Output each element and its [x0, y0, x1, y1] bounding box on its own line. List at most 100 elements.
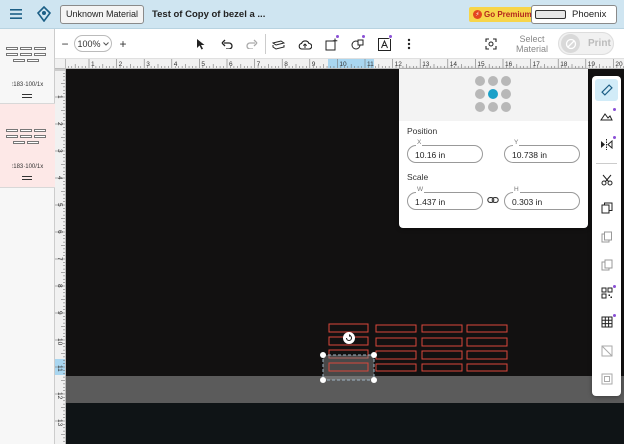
ruler-tick-label: 2	[56, 122, 63, 126]
tool-rail	[592, 76, 621, 396]
shapes-button[interactable]	[348, 34, 366, 53]
ruler-tick-label: 1	[91, 61, 95, 68]
layer-handle-icon[interactable]	[22, 94, 32, 98]
layer-thumbnail	[6, 129, 48, 147]
ruler-tick-label: 3	[146, 61, 150, 68]
anchor-point-grid[interactable]	[475, 76, 513, 114]
link-icon[interactable]	[487, 194, 499, 206]
app-logo[interactable]	[34, 4, 54, 24]
rotate-handle-icon[interactable]	[343, 332, 355, 344]
more-options-button[interactable]	[400, 35, 418, 53]
zoom-out-button[interactable]: −	[56, 35, 74, 53]
ruler-horizontal: 1 2 3 4 5 6 7 8 9 10 11 12 13 14 15 16 17 18 19 20	[66, 59, 624, 69]
layers-icon	[601, 231, 612, 243]
ruler-tick-label: 2	[119, 61, 123, 68]
ruler-tick-label: 10	[339, 61, 347, 68]
ruler-tick-label: 17	[533, 61, 541, 68]
ruler-tick-label: 6	[56, 230, 63, 234]
engrave-tool-button[interactable]	[595, 105, 618, 127]
cut-tool-button[interactable]	[595, 169, 618, 191]
layer-item-active[interactable]: ⫶183·100/1x	[0, 104, 55, 188]
ruler-tick-label: 9	[56, 311, 63, 315]
qr-tool-button[interactable]	[595, 282, 618, 304]
position-x-field[interactable]: X 10.16 in	[407, 139, 483, 163]
text-button[interactable]	[375, 34, 393, 53]
cloud-upload-button[interactable]	[296, 35, 314, 53]
material-chip[interactable]: Unknown Material	[60, 4, 145, 24]
redo-button[interactable]	[243, 35, 261, 53]
add-design-icon	[325, 38, 337, 50]
select-tool-button[interactable]	[192, 35, 210, 53]
scale-width-field[interactable]: W 1.437 in	[407, 186, 483, 210]
add-design-button[interactable]	[322, 34, 340, 53]
go-premium-button[interactable]: ⚡ Go Premium!	[469, 7, 539, 22]
menu-button[interactable]	[4, 2, 28, 26]
cloud-upload-icon	[298, 39, 312, 50]
anchor-section	[399, 69, 588, 121]
ruler-tick-label: 5	[56, 203, 63, 207]
premium-badge	[612, 107, 617, 112]
ruler-tick-label: 8	[284, 61, 288, 68]
array-tool-button[interactable]	[595, 311, 618, 333]
position-heading: Position	[407, 126, 438, 136]
machine-selector[interactable]: Phoenix	[531, 5, 617, 24]
scale-heading: Scale	[407, 172, 429, 182]
h-value: 0.303 in	[512, 197, 543, 207]
camera-scan-button[interactable]	[482, 35, 500, 53]
ruler-tick-label: 7	[257, 61, 261, 68]
print-status-circle	[561, 34, 580, 53]
select-material-label[interactable]: Select Material	[515, 34, 549, 54]
ruler-tick-label: 7	[56, 257, 63, 261]
material-button[interactable]	[269, 35, 287, 53]
undo-icon	[221, 39, 233, 49]
undo-button[interactable]	[218, 35, 236, 53]
zoom-in-button[interactable]: +	[114, 35, 132, 53]
hamburger-icon	[10, 9, 22, 19]
ruler-tick-label: 13	[422, 61, 430, 68]
scale-height-field[interactable]: H 0.303 in	[504, 186, 580, 210]
print-label: Print	[588, 38, 611, 49]
zoom-value: 100%	[77, 38, 101, 49]
zoom-select[interactable]: 100%	[74, 35, 112, 52]
premium-label: Go Premium!	[484, 10, 535, 19]
arrange-tool-button[interactable]	[595, 226, 618, 248]
weld-tool-button[interactable]	[595, 340, 618, 362]
properties-panel: Position X 10.16 in Y 10.738 in Scale W …	[399, 69, 588, 228]
layer-item[interactable]: ⫶183·100/1x	[0, 29, 55, 104]
selection-box[interactable]	[320, 352, 377, 383]
ruler-vertical: 1 2 3 4 5 6 7 8 9 10 11 12 13	[55, 69, 66, 444]
duplicate-tool-button[interactable]	[595, 197, 618, 219]
offset-tool-button[interactable]	[595, 368, 618, 390]
more-vertical-icon	[407, 38, 411, 50]
ruler-tick-label: 1	[56, 95, 63, 99]
ruler-tick-label: 4	[174, 61, 178, 68]
material-stack-icon	[271, 39, 285, 50]
copy-icon	[601, 202, 612, 214]
chevron-down-icon	[102, 41, 109, 46]
ruler-tick-label: 6	[229, 61, 233, 68]
ruler-tick-label: 11	[56, 365, 63, 372]
print-button[interactable]: Print	[558, 32, 614, 55]
y-value: 10.738 in	[512, 150, 547, 160]
premium-coin-icon: ⚡	[473, 10, 482, 19]
ruler-tick-label: 5	[201, 61, 205, 68]
y-label: Y	[513, 139, 520, 146]
layer-settings[interactable]: ⫶183·100/1x	[0, 82, 55, 89]
layer-handle-icon[interactable]	[22, 176, 32, 180]
mirror-tool-button[interactable]	[595, 133, 618, 155]
premium-badge	[612, 313, 617, 318]
premium-badge	[388, 34, 393, 39]
layers-panel: ⫶183·100/1x ⫶183·100/1x	[0, 29, 55, 444]
redo-icon	[246, 39, 258, 49]
ruler-tick-label: 8	[56, 284, 63, 288]
mirror-icon	[601, 138, 613, 150]
layer-settings[interactable]: ⫶183·100/1x	[0, 164, 55, 171]
align-tool-button[interactable]	[595, 254, 618, 276]
qr-code-icon	[601, 287, 612, 299]
document-title[interactable]: Test of Copy of bezel a ...	[152, 9, 265, 20]
measure-tool-button[interactable]	[595, 79, 618, 101]
offset-icon	[601, 373, 612, 385]
premium-badge	[612, 135, 617, 140]
scan-icon	[485, 38, 497, 50]
position-y-field[interactable]: Y 10.738 in	[504, 139, 580, 163]
